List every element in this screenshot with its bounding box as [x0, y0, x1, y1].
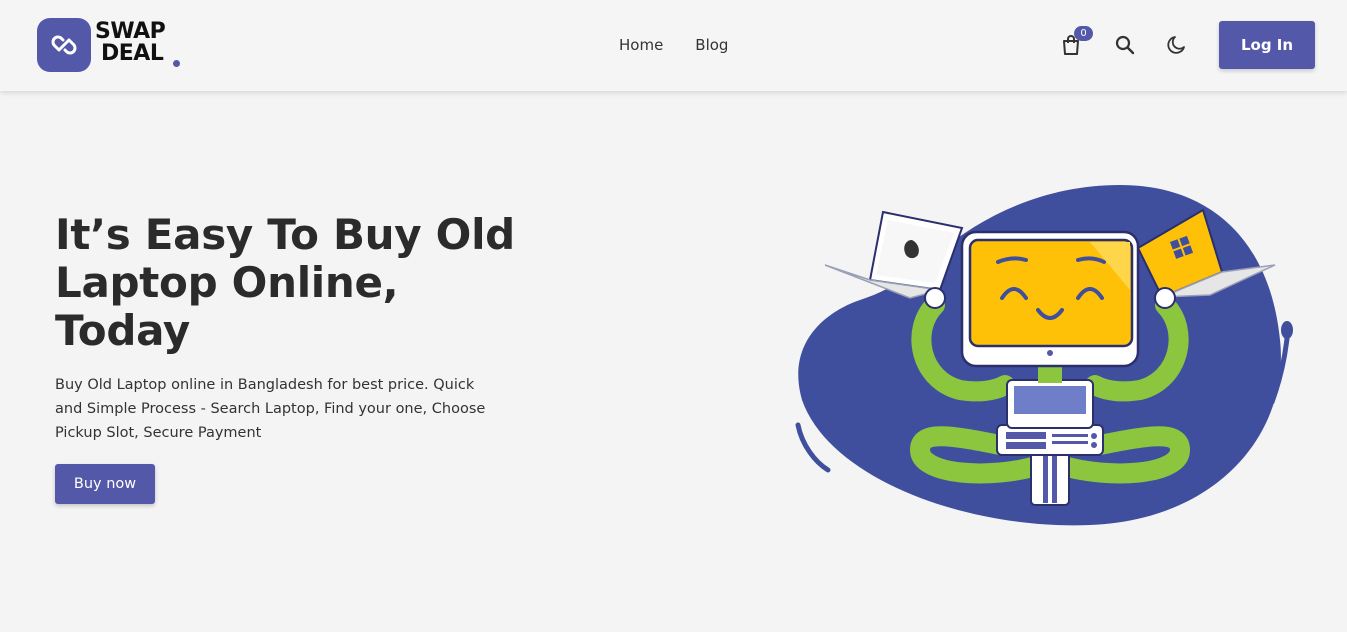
hero-illustration	[795, 185, 1293, 526]
robot-pole	[1030, 449, 1070, 506]
logo-line2: DEAL	[101, 41, 164, 66]
hero-title: It’s Easy To Buy Old Laptop Online, Toda…	[55, 210, 515, 355]
swapdeal-logo[interactable]: SWAP DEAL	[37, 18, 187, 74]
robot-base	[996, 424, 1104, 456]
moon-icon	[1167, 36, 1185, 54]
macbook-laptop	[824, 210, 964, 299]
theme-toggle[interactable]	[1165, 34, 1189, 58]
robot-right-hand	[1154, 287, 1176, 309]
logo-wordmark: SWAP DEAL	[95, 19, 166, 66]
buy-now-button[interactable]: Buy now	[55, 464, 155, 504]
nav-home-link[interactable]: Home	[619, 35, 663, 55]
logo-line1: SWAP	[95, 19, 166, 44]
main-nav: Home Blog	[619, 35, 760, 55]
blob-accent-dot	[1281, 321, 1293, 339]
nav-blog-link[interactable]: Blog	[695, 35, 728, 55]
navbar: SWAP DEAL Home Blog 0 Log In	[0, 0, 1347, 91]
logo-badge	[37, 18, 91, 72]
swap-arrows-icon	[51, 35, 77, 55]
search-button[interactable]	[1114, 34, 1138, 58]
logo-dot	[173, 60, 180, 67]
hero-description: Buy Old Laptop online in Bangladesh for …	[55, 377, 486, 441]
robot-left-hand	[924, 287, 946, 309]
cart-count-badge: 0	[1074, 26, 1093, 41]
login-button[interactable]: Log In	[1219, 21, 1315, 69]
search-icon	[1115, 35, 1135, 55]
cart-button[interactable]: 0	[1061, 26, 1093, 58]
